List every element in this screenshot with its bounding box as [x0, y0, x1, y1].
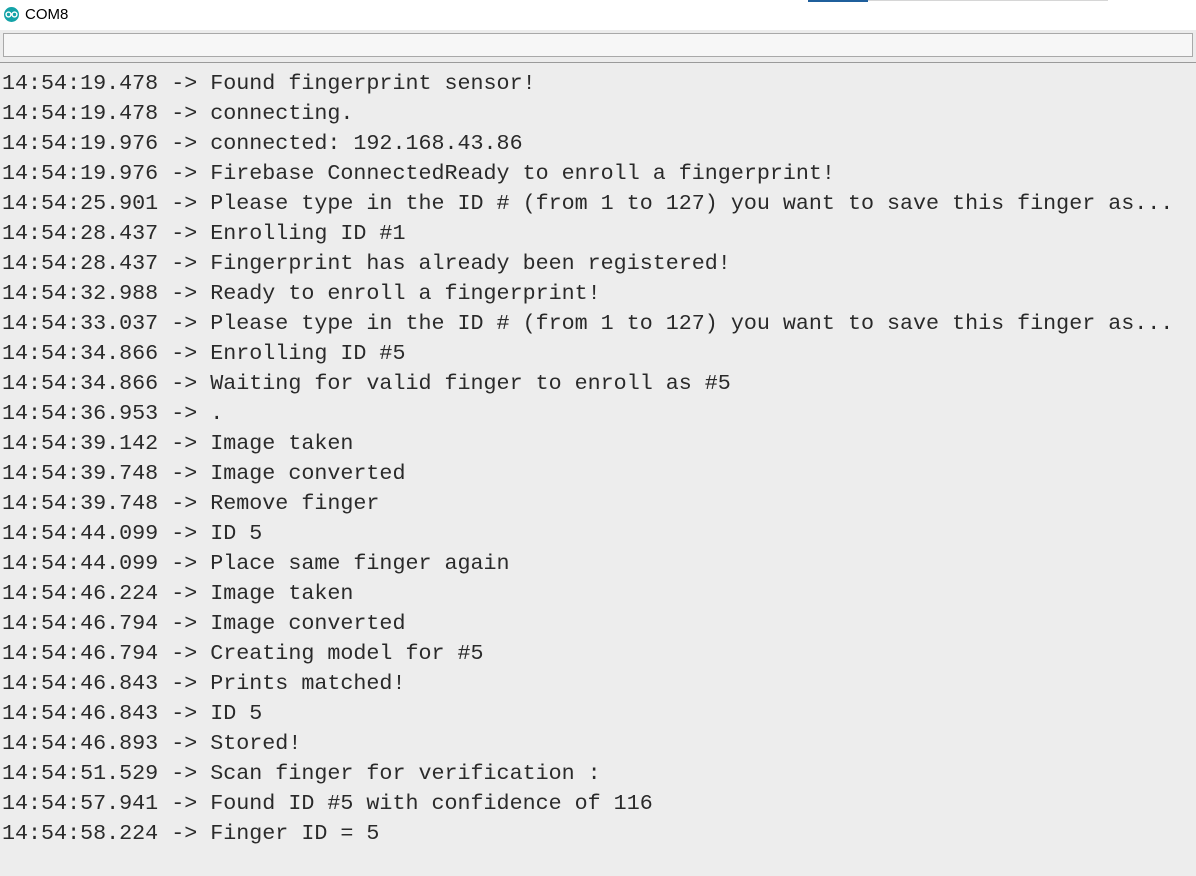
log-line: 14:54:34.866 -> Waiting for valid finger… [2, 371, 731, 396]
log-line: 14:54:28.437 -> Enrolling ID #1 [2, 221, 406, 246]
log-line: 14:54:34.866 -> Enrolling ID #5 [2, 341, 406, 366]
log-line: 14:54:39.748 -> Image converted [2, 461, 406, 486]
log-line: 14:54:32.988 -> Ready to enroll a finger… [2, 281, 601, 306]
serial-output-area[interactable]: 14:54:19.478 -> Found fingerprint sensor… [0, 63, 1196, 876]
log-line: 14:54:44.099 -> Place same finger again [2, 551, 510, 576]
log-line: 14:54:25.901 -> Please type in the ID # … [2, 191, 1174, 216]
log-line: 14:54:46.893 -> Stored! [2, 731, 302, 756]
log-line: 14:54:33.037 -> Please type in the ID # … [2, 311, 1174, 336]
log-line: 14:54:39.748 -> Remove finger [2, 491, 380, 516]
log-line: 14:54:28.437 -> Fingerprint has already … [2, 251, 731, 276]
log-line: 14:54:46.794 -> Image converted [2, 611, 406, 636]
title-bar: COM8 [0, 0, 1196, 30]
title-accent-line [808, 0, 868, 2]
log-line: 14:54:19.976 -> Firebase ConnectedReady … [2, 161, 835, 186]
send-bar [0, 30, 1196, 64]
title-divider-line [868, 0, 1108, 1]
log-line: 14:54:46.843 -> Prints matched! [2, 671, 406, 696]
log-line: 14:54:39.142 -> Image taken [2, 431, 354, 456]
arduino-icon [4, 7, 19, 22]
log-line: 14:54:46.794 -> Creating model for #5 [2, 641, 484, 666]
serial-monitor-window: COM8 14:54:19.478 -> Found fingerprint s… [0, 0, 1196, 876]
log-line: 14:54:58.224 -> Finger ID = 5 [2, 821, 380, 846]
log-line: 14:54:51.529 -> Scan finger for verifica… [2, 761, 601, 786]
log-line: 14:54:44.099 -> ID 5 [2, 521, 263, 546]
log-line: 14:54:19.976 -> connected: 192.168.43.86 [2, 131, 523, 156]
log-line: 14:54:19.478 -> connecting. [2, 101, 354, 126]
send-input[interactable] [3, 33, 1193, 57]
log-line: 14:54:57.941 -> Found ID #5 with confide… [2, 791, 653, 816]
log-line: 14:54:46.224 -> Image taken [2, 581, 354, 606]
window-title: COM8 [25, 6, 69, 23]
log-line: 14:54:46.843 -> ID 5 [2, 701, 263, 726]
log-line: 14:54:19.478 -> Found fingerprint sensor… [2, 71, 536, 96]
log-line: 14:54:36.953 -> . [2, 401, 224, 426]
serial-output-lines: 14:54:19.478 -> Found fingerprint sensor… [2, 69, 1173, 849]
